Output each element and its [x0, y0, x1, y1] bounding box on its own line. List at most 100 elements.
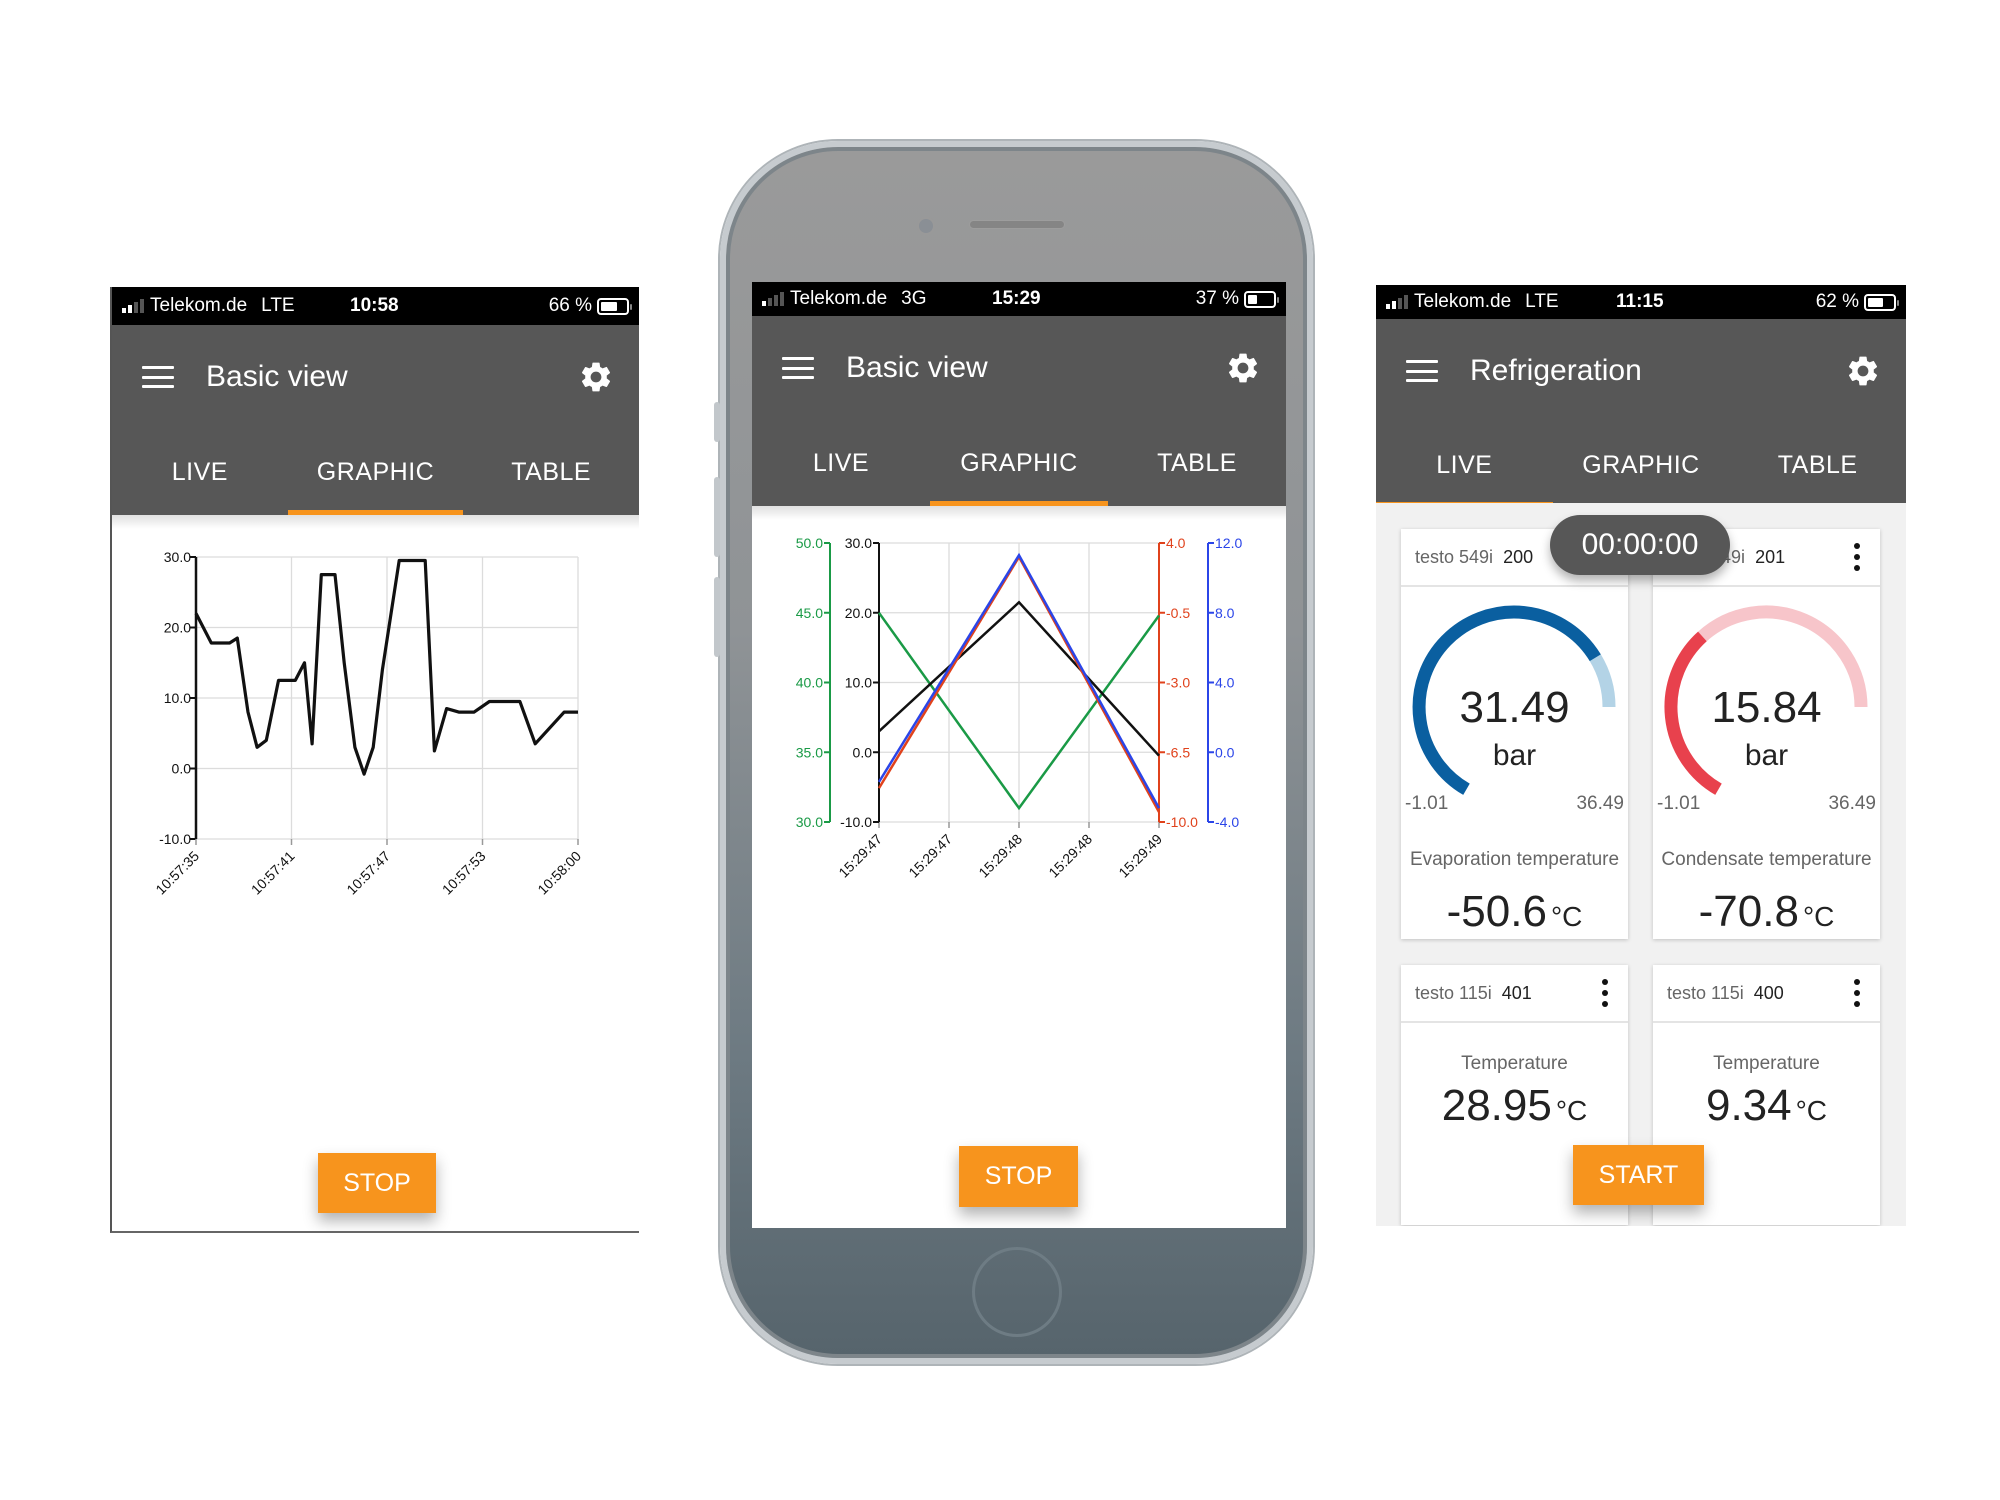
battery-fill [601, 301, 617, 311]
carrier-name: Telekom.de [790, 288, 888, 309]
battery-percent: 66 % [548, 295, 592, 316]
gear-icon[interactable] [1225, 350, 1261, 386]
gauge-unit: bar [1492, 739, 1537, 772]
mute-switch [714, 402, 720, 442]
earpiece-speaker [969, 220, 1065, 229]
axis-tick-label: 12.0 [1215, 535, 1242, 551]
x-tick-label: 10:57:41 [248, 848, 298, 898]
page-title: Basic view [206, 360, 348, 393]
sub-value: 9.34 [1705, 1081, 1792, 1130]
sub-label: Temperature [1461, 1053, 1568, 1074]
app-bar: Basic view LIVE GRAPHIC TABLE [112, 325, 639, 515]
y-tick-label: 0.0 [172, 761, 192, 777]
sub-unit: °C [1795, 1095, 1828, 1126]
axis-tick-label: 4.0 [1166, 535, 1186, 551]
tab-graphic[interactable]: GRAPHIC [930, 420, 1108, 506]
app-bar: Basic view LIVE GRAPHIC TABLE [752, 316, 1286, 506]
more-options-icon[interactable] [1848, 979, 1866, 1007]
sub-label: Evaporation temperature [1409, 849, 1620, 870]
axis-tick-label: 45.0 [796, 605, 823, 621]
tab-live[interactable]: LIVE [112, 429, 288, 515]
y-tick-label: 30.0 [164, 549, 191, 565]
timer-badge: 00:00:00 [1550, 515, 1730, 575]
appbar-shadow [752, 506, 1286, 520]
axis-tick-label: 0.0 [853, 744, 873, 760]
battery-fill [1868, 297, 1883, 307]
signal-icon [762, 292, 784, 306]
axis-tick-label: -10.0 [840, 814, 872, 830]
page-title: Refrigeration [1470, 354, 1642, 387]
pressure-gauge: 15.84 bar -1.01 36.49 [1653, 587, 1880, 837]
left-phone-screen: Telekom.de LTE 10:58 66 % Basic view LIV… [110, 287, 639, 1233]
battery-icon [597, 297, 632, 315]
probe-model: testo 115i [1667, 982, 1744, 1003]
sub-value: -70.8 [1698, 887, 1799, 936]
axis-tick-label: 50.0 [796, 535, 823, 551]
gear-icon[interactable] [578, 359, 614, 395]
axis-tick-label: -0.5 [1166, 605, 1190, 621]
clock: 15:29 [992, 288, 1041, 309]
axis-tick-label: 20.0 [845, 605, 872, 621]
probe-number: 201 [1755, 546, 1786, 567]
tab-live[interactable]: LIVE [1376, 423, 1553, 507]
y-tick-label: -10.0 [159, 831, 191, 847]
front-camera [917, 217, 935, 235]
probe-model: testo 115i [1415, 982, 1492, 1003]
x-tick-label: 15:29:47 [835, 831, 885, 881]
axis-tick-label: 4.0 [1215, 675, 1235, 691]
right-phone-screen: Telekom.de LTE 11:15 62 % Refrigeration … [1376, 285, 1906, 1226]
tab-table[interactable]: TABLE [1108, 420, 1286, 506]
network-type: LTE [261, 295, 295, 316]
probe-card: testo 549i 201 15.84 bar -1.01 36.49 Con… [1653, 529, 1880, 939]
tab-live[interactable]: LIVE [752, 420, 930, 506]
volume-up-button [714, 477, 720, 557]
appbar-shadow [112, 515, 639, 529]
axis-tick-label: 8.0 [1215, 605, 1235, 621]
carrier-name: Telekom.de [1414, 291, 1512, 312]
network-type: 3G [901, 288, 927, 309]
battery-percent: 37 % [1195, 288, 1239, 309]
middle-phone-screen: Telekom.de 3G 15:29 37 % Basic view LIVE… [752, 282, 1286, 1228]
axis-tick-label: 35.0 [796, 744, 823, 760]
stop-button[interactable]: STOP [318, 1153, 436, 1213]
axis-tick-label: 30.0 [796, 814, 823, 830]
hamburger-icon[interactable] [1406, 360, 1438, 382]
page-title: Basic view [846, 351, 988, 384]
status-bar: Telekom.de 3G 15:29 37 % [752, 282, 1286, 316]
hamburger-icon[interactable] [782, 357, 814, 379]
app-bar: Refrigeration LIVE GRAPHIC TABLE [1376, 319, 1906, 507]
more-options-icon[interactable] [1596, 979, 1614, 1007]
pressure-gauge: 31.49 bar -1.01 36.49 [1401, 587, 1628, 837]
battery-percent: 62 % [1815, 291, 1859, 312]
axis-tick-label: 10.0 [845, 675, 872, 691]
tab-graphic[interactable]: GRAPHIC [1553, 423, 1730, 507]
gauge-max: 36.49 [1828, 793, 1876, 814]
tab-graphic[interactable]: GRAPHIC [287, 429, 464, 515]
home-button[interactable] [972, 1247, 1062, 1337]
x-tick-label: 15:29:48 [1045, 831, 1095, 881]
y-tick-label: 20.0 [164, 620, 191, 636]
sub-value: -50.6 [1446, 887, 1547, 936]
sub-unit: °C [1550, 901, 1583, 932]
hamburger-icon[interactable] [142, 366, 174, 388]
axis-tick-label: 40.0 [796, 675, 823, 691]
x-tick-label: 15:29:49 [1115, 831, 1165, 881]
battery-icon [1864, 293, 1899, 311]
clock: 10:58 [350, 295, 399, 316]
axis-tick-label: -4.0 [1215, 814, 1239, 830]
probe-number: 400 [1753, 982, 1784, 1003]
more-options-icon[interactable] [1848, 543, 1866, 571]
gear-icon[interactable] [1845, 353, 1881, 389]
sub-value: 28.95 [1441, 1081, 1552, 1130]
tab-table[interactable]: TABLE [1729, 423, 1906, 507]
x-tick-label: 10:57:53 [439, 848, 489, 898]
tab-bar: LIVE GRAPHIC TABLE [752, 420, 1286, 506]
signal-icon [122, 299, 144, 313]
axis-tick-label: -6.5 [1166, 744, 1190, 760]
tab-table[interactable]: TABLE [463, 429, 639, 515]
x-tick-label: 10:57:35 [152, 848, 202, 898]
stop-button[interactable]: STOP [959, 1146, 1078, 1207]
x-tick-label: 10:57:47 [343, 848, 393, 898]
multi-axis-line-chart: 15:29:47 15:29:47 15:29:48 15:29:48 15:29:49… [796, 535, 1243, 881]
start-button[interactable]: START [1573, 1145, 1704, 1205]
